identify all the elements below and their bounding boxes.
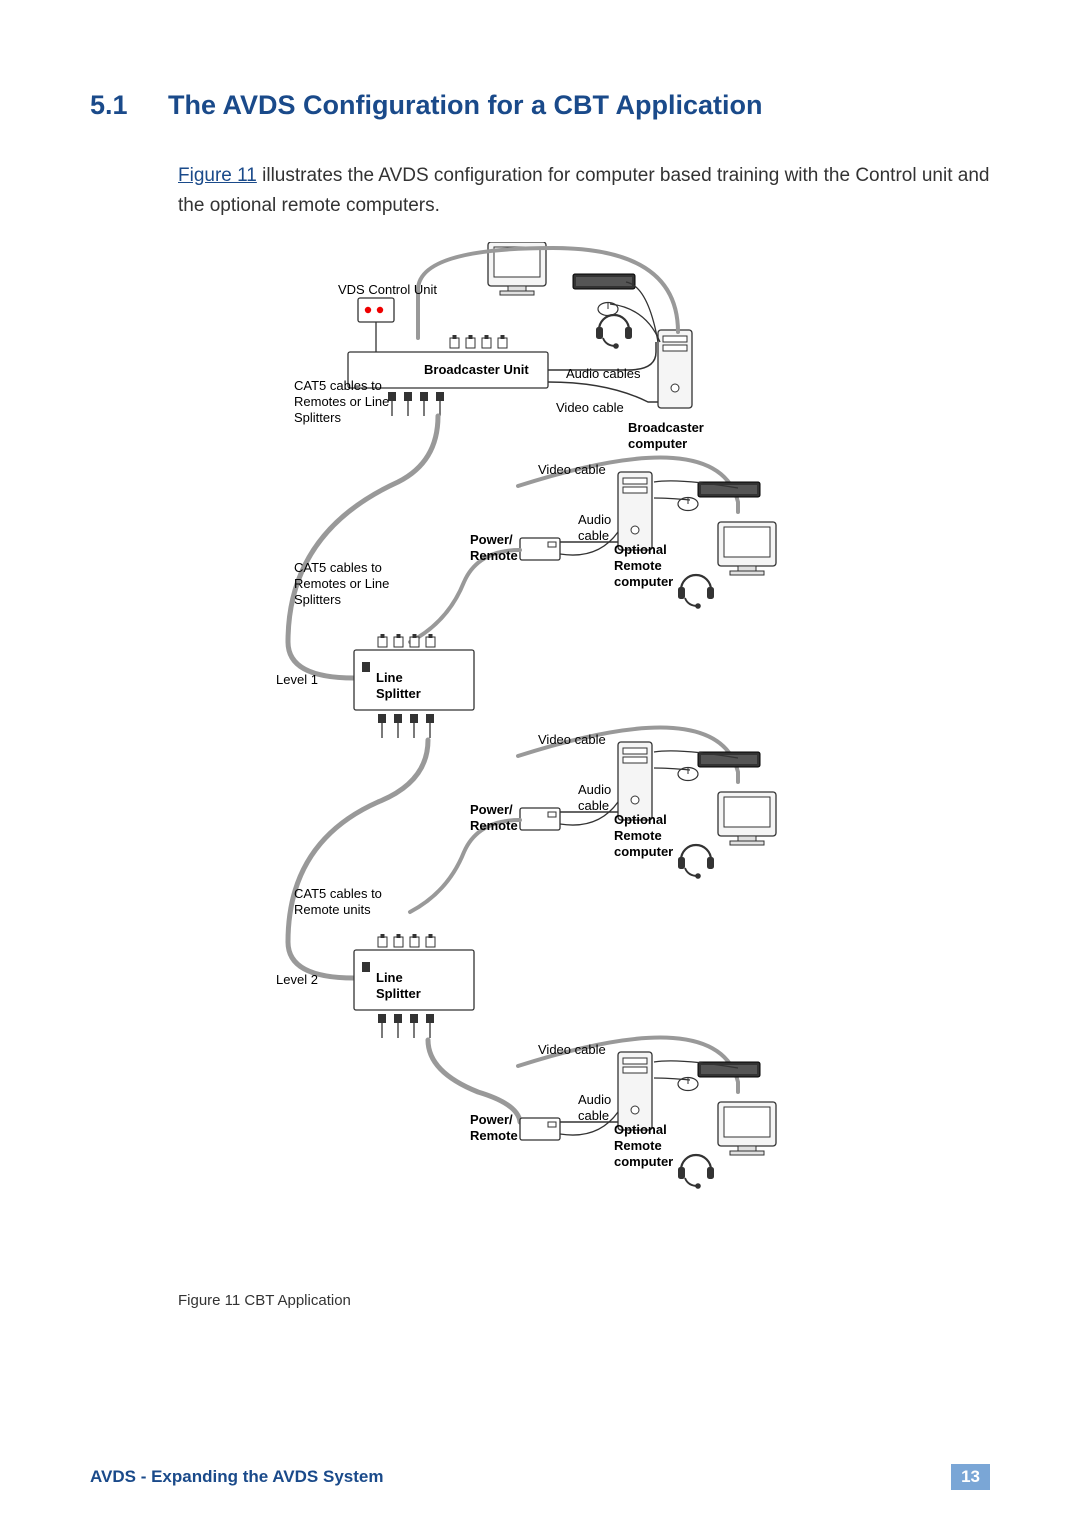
- label-level-1: Level 1: [276, 672, 318, 688]
- page-number: 13: [951, 1464, 990, 1490]
- label-level-2: Level 2: [276, 972, 318, 988]
- label-audio-cables: Audio cables: [566, 366, 640, 382]
- section-number: 5.1: [90, 90, 168, 121]
- label-video-cable-r3: Video cable: [538, 1042, 606, 1058]
- label-broadcaster-computer: Broadcaster computer: [628, 420, 704, 453]
- label-vds-control-unit: VDS Control Unit: [338, 282, 437, 298]
- label-video-cable-top: Video cable: [556, 400, 624, 416]
- label-audio-cable-r3: Audio cable: [578, 1092, 611, 1125]
- section-heading: 5.1The AVDS Configuration for a CBT Appl…: [90, 90, 990, 121]
- figure-caption: Figure 11 CBT Application: [178, 1292, 990, 1309]
- paragraph-text: illustrates the AVDS configuration for c…: [178, 165, 989, 216]
- label-optional-remote-1: Optional Remote computer: [614, 542, 673, 591]
- section-title: The AVDS Configuration for a CBT Applica…: [168, 90, 762, 120]
- label-power-remote-1: Power/ Remote: [470, 532, 518, 565]
- label-line-splitter-1: Line Splitter: [376, 670, 421, 703]
- footer-title: AVDS - Expanding the AVDS System: [90, 1467, 383, 1487]
- label-optional-remote-2: Optional Remote computer: [614, 812, 673, 861]
- page-footer: AVDS - Expanding the AVDS System 13: [90, 1464, 990, 1490]
- label-line-splitter-2: Line Splitter: [376, 970, 421, 1003]
- section-paragraph: Figure 11 illustrates the AVDS configura…: [178, 161, 990, 222]
- label-optional-remote-3: Optional Remote computer: [614, 1122, 673, 1171]
- label-video-cable-r1: Video cable: [538, 462, 606, 478]
- figure-reference-link[interactable]: Figure 11: [178, 165, 257, 186]
- label-power-remote-2: Power/ Remote: [470, 802, 518, 835]
- label-cat5-1: CAT5 cables to Remotes or Line Splitters: [294, 378, 389, 427]
- label-broadcaster-unit: Broadcaster Unit: [424, 362, 529, 378]
- label-audio-cable-r2: Audio cable: [578, 782, 611, 815]
- label-cat5-3: CAT5 cables to Remote units: [294, 886, 382, 919]
- figure-diagram: VDS Control Unit Broadcaster Unit Audio …: [178, 242, 898, 1282]
- label-video-cable-r2: Video cable: [538, 732, 606, 748]
- label-cat5-2: CAT5 cables to Remotes or Line Splitters: [294, 560, 389, 609]
- label-power-remote-3: Power/ Remote: [470, 1112, 518, 1145]
- label-audio-cable-r1: Audio cable: [578, 512, 611, 545]
